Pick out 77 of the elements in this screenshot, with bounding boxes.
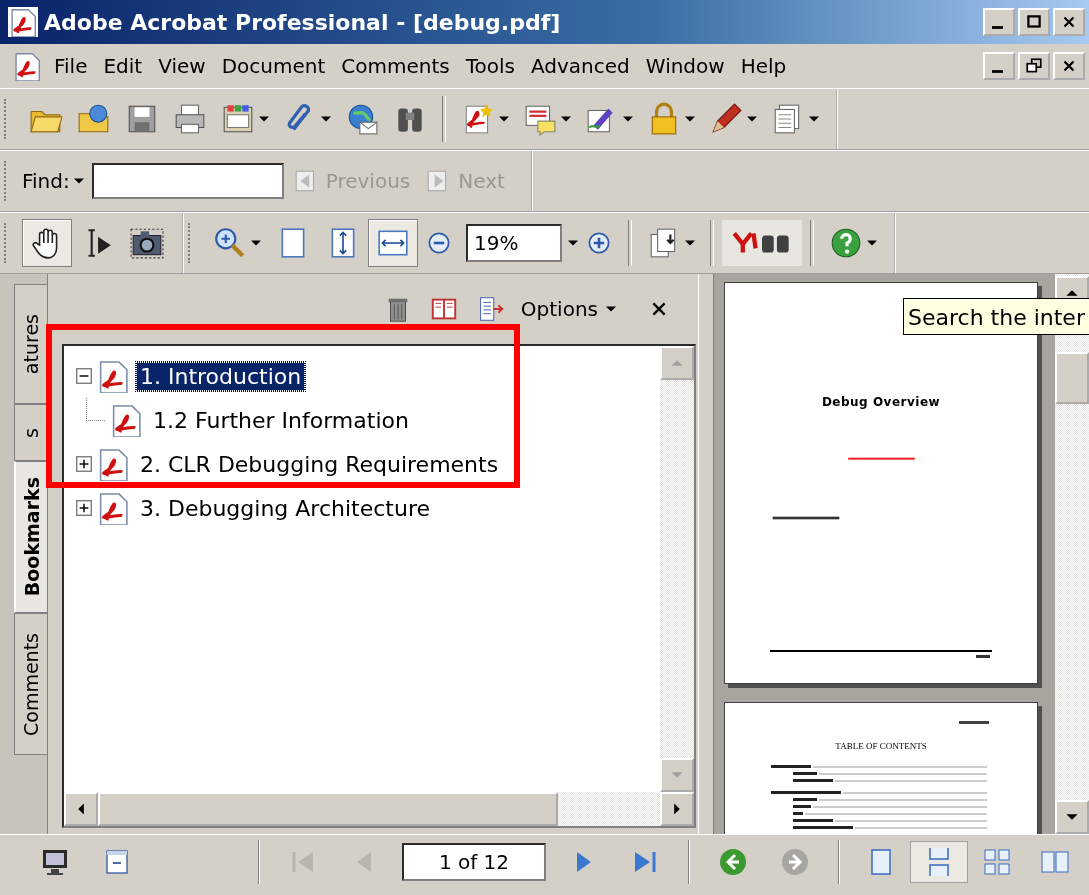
caret-icon xyxy=(259,114,269,124)
bookmark-item[interactable]: 1. Introduction xyxy=(136,361,306,391)
close-button[interactable] xyxy=(1053,8,1085,36)
page-header-drawing xyxy=(957,721,991,725)
find-field[interactable] xyxy=(91,163,284,199)
caret-icon xyxy=(747,114,757,124)
menu-item[interactable]: View xyxy=(150,54,214,78)
caret-icon xyxy=(561,114,571,124)
menu-item[interactable]: Tools xyxy=(457,54,523,78)
options-menu[interactable]: Options xyxy=(520,297,616,321)
minimize-icon xyxy=(991,25,1003,29)
side-tab[interactable]: atures xyxy=(14,284,47,404)
grid-icon xyxy=(981,846,1013,878)
menu-item[interactable]: Edit xyxy=(95,54,151,78)
caret-icon xyxy=(606,304,616,314)
side-tab[interactable]: Bookmarks xyxy=(14,461,47,613)
scrollbar-thumb[interactable] xyxy=(1055,352,1089,404)
menu-item[interactable]: Document xyxy=(213,54,334,78)
forward-icon xyxy=(779,846,811,878)
side-tab[interactable]: Comments xyxy=(14,613,47,755)
menu-item[interactable]: Advanced xyxy=(523,54,638,78)
tooltip: Search the inter xyxy=(903,298,1089,335)
caret-icon xyxy=(73,176,84,186)
splitter-handle[interactable] xyxy=(698,274,714,834)
page-title: TABLE OF CONTENTS xyxy=(835,741,927,751)
pen-icon xyxy=(709,102,743,136)
bookmark-item[interactable]: 2. CLR Debugging Requirements xyxy=(136,449,503,479)
minimize-icon xyxy=(991,69,1003,73)
close-icon[interactable] xyxy=(650,300,668,318)
scroll-left-button[interactable] xyxy=(64,792,98,826)
expander-icon[interactable] xyxy=(76,500,92,516)
caret-icon[interactable] xyxy=(568,238,578,248)
bookmark-item[interactable]: 1.2 Further Information xyxy=(149,405,413,435)
restore-icon xyxy=(1025,57,1043,75)
menu-item[interactable]: Window xyxy=(637,54,733,78)
snapshot-icon xyxy=(130,226,164,260)
close-button[interactable] xyxy=(1053,52,1085,80)
caret-icon xyxy=(251,238,261,248)
continuous-button[interactable] xyxy=(910,841,968,883)
hand-tool-button[interactable] xyxy=(22,219,72,267)
side-tab[interactable]: s xyxy=(14,404,47,461)
find-dropdown[interactable]: Find: xyxy=(22,169,84,193)
magnifier-icon xyxy=(213,226,247,260)
expander-icon[interactable] xyxy=(76,368,92,384)
search-button[interactable] xyxy=(722,220,802,266)
tree-connector xyxy=(86,397,105,421)
back-icon xyxy=(717,846,749,878)
page-title: Debug Overview xyxy=(821,395,941,409)
scroll-down-button[interactable] xyxy=(1055,800,1089,834)
menu-item[interactable]: File xyxy=(46,54,96,78)
caret-icon xyxy=(623,114,633,124)
caret-icon xyxy=(499,114,509,124)
caret-icon xyxy=(867,238,877,248)
maximize-icon xyxy=(1025,13,1043,31)
caret-icon xyxy=(321,114,331,124)
scroll-right-button[interactable] xyxy=(660,792,694,826)
caret-icon xyxy=(685,114,695,124)
printer-icon xyxy=(173,102,207,136)
fit-width-button[interactable] xyxy=(368,219,418,267)
minimize-button[interactable] xyxy=(983,52,1015,80)
pdf-document-icon xyxy=(12,51,42,81)
menu-item[interactable]: Comments xyxy=(333,54,458,78)
zoom-field[interactable]: 19% xyxy=(466,224,562,262)
restore-button[interactable] xyxy=(1018,52,1050,80)
bookmark-item[interactable]: 3. Debugging Architecture xyxy=(136,493,434,523)
caret-icon xyxy=(685,238,695,248)
text-lines-drawing xyxy=(770,516,842,520)
help-icon xyxy=(829,226,863,260)
scrollbar-thumb[interactable] xyxy=(98,792,558,826)
menu-item[interactable]: Help xyxy=(732,54,795,78)
minimize-button[interactable] xyxy=(983,8,1015,36)
maximize-button[interactable] xyxy=(1018,8,1050,36)
caret-icon xyxy=(809,114,819,124)
window-title: Adobe Acrobat Professional - [debug.pdf] xyxy=(44,9,562,35)
pdf-app-icon xyxy=(8,7,38,37)
page-number-field[interactable]: 1 of 12 xyxy=(402,843,546,881)
expander-icon[interactable] xyxy=(76,456,92,472)
